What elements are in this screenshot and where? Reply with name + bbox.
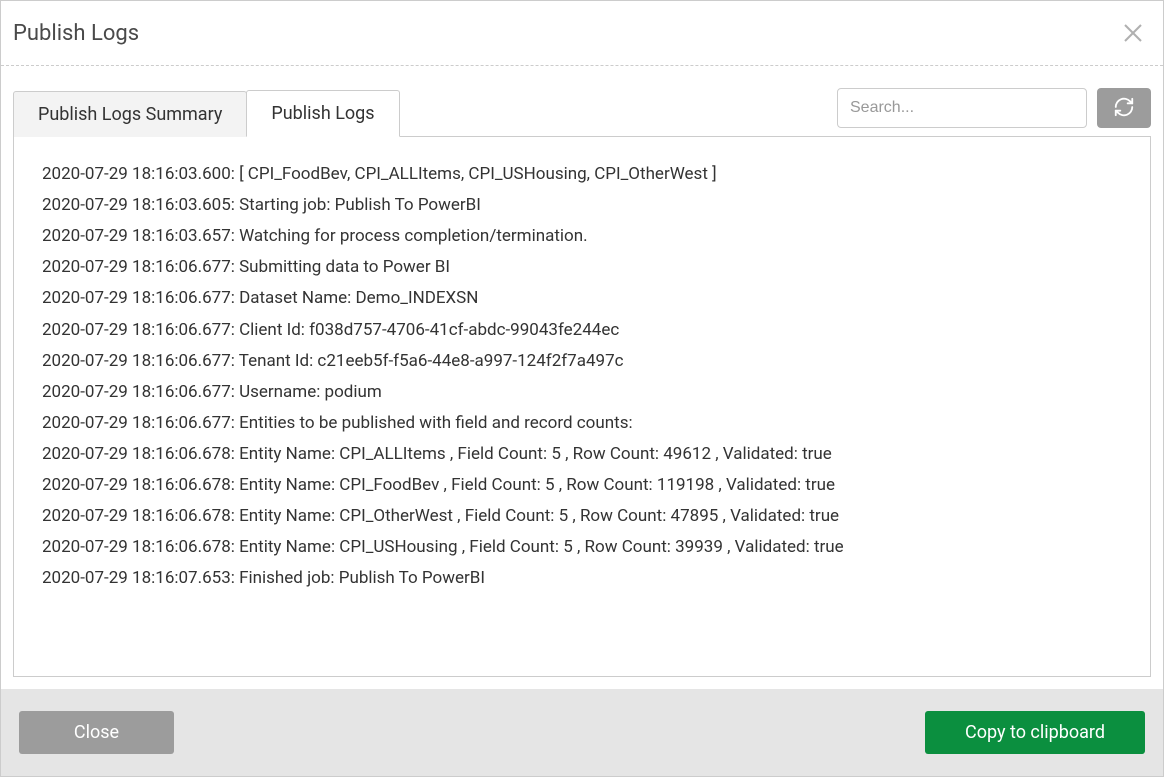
tab-publish-logs[interactable]: Publish Logs bbox=[246, 90, 399, 137]
log-line: 2020-07-29 18:16:06.677: Submitting data… bbox=[42, 252, 1122, 283]
log-line: 2020-07-29 18:16:06.678: Entity Name: CP… bbox=[42, 470, 1122, 501]
log-line: 2020-07-29 18:16:06.678: Entity Name: CP… bbox=[42, 501, 1122, 532]
refresh-icon bbox=[1113, 96, 1135, 121]
log-line: 2020-07-29 18:16:06.677: Tenant Id: c21e… bbox=[42, 346, 1122, 377]
log-panel[interactable]: 2020-07-29 18:16:03.600: [ CPI_FoodBev, … bbox=[13, 136, 1151, 677]
log-line: 2020-07-29 18:16:03.600: [ CPI_FoodBev, … bbox=[42, 159, 1122, 190]
log-line: 2020-07-29 18:16:06.678: Entity Name: CP… bbox=[42, 532, 1122, 563]
log-line: 2020-07-29 18:16:06.677: Client Id: f038… bbox=[42, 315, 1122, 346]
copy-to-clipboard-button[interactable]: Copy to clipboard bbox=[925, 711, 1145, 754]
dialog-body: Publish Logs Summary Publish Logs bbox=[1, 66, 1163, 689]
tabs: Publish Logs Summary Publish Logs bbox=[13, 90, 400, 136]
controls-row: Publish Logs Summary Publish Logs bbox=[13, 88, 1151, 136]
publish-logs-dialog: Publish Logs Publish Logs Summary Publis… bbox=[0, 0, 1164, 777]
search-input[interactable] bbox=[837, 88, 1087, 128]
log-line: 2020-07-29 18:16:06.677: Dataset Name: D… bbox=[42, 283, 1122, 314]
log-line: 2020-07-29 18:16:03.657: Watching for pr… bbox=[42, 221, 1122, 252]
refresh-button[interactable] bbox=[1097, 88, 1151, 128]
close-icon[interactable] bbox=[1119, 19, 1147, 47]
dialog-header: Publish Logs bbox=[1, 1, 1163, 66]
log-line: 2020-07-29 18:16:06.678: Entity Name: CP… bbox=[42, 439, 1122, 470]
tab-publish-logs-summary[interactable]: Publish Logs Summary bbox=[13, 91, 247, 137]
dialog-title: Publish Logs bbox=[13, 21, 139, 46]
close-button[interactable]: Close bbox=[19, 711, 174, 754]
log-line: 2020-07-29 18:16:06.677: Username: podiu… bbox=[42, 377, 1122, 408]
log-line: 2020-07-29 18:16:06.677: Entities to be … bbox=[42, 408, 1122, 439]
log-line: 2020-07-29 18:16:07.653: Finished job: P… bbox=[42, 563, 1122, 594]
right-controls bbox=[837, 88, 1151, 136]
dialog-footer: Close Copy to clipboard bbox=[1, 689, 1163, 776]
log-line: 2020-07-29 18:16:03.605: Starting job: P… bbox=[42, 190, 1122, 221]
